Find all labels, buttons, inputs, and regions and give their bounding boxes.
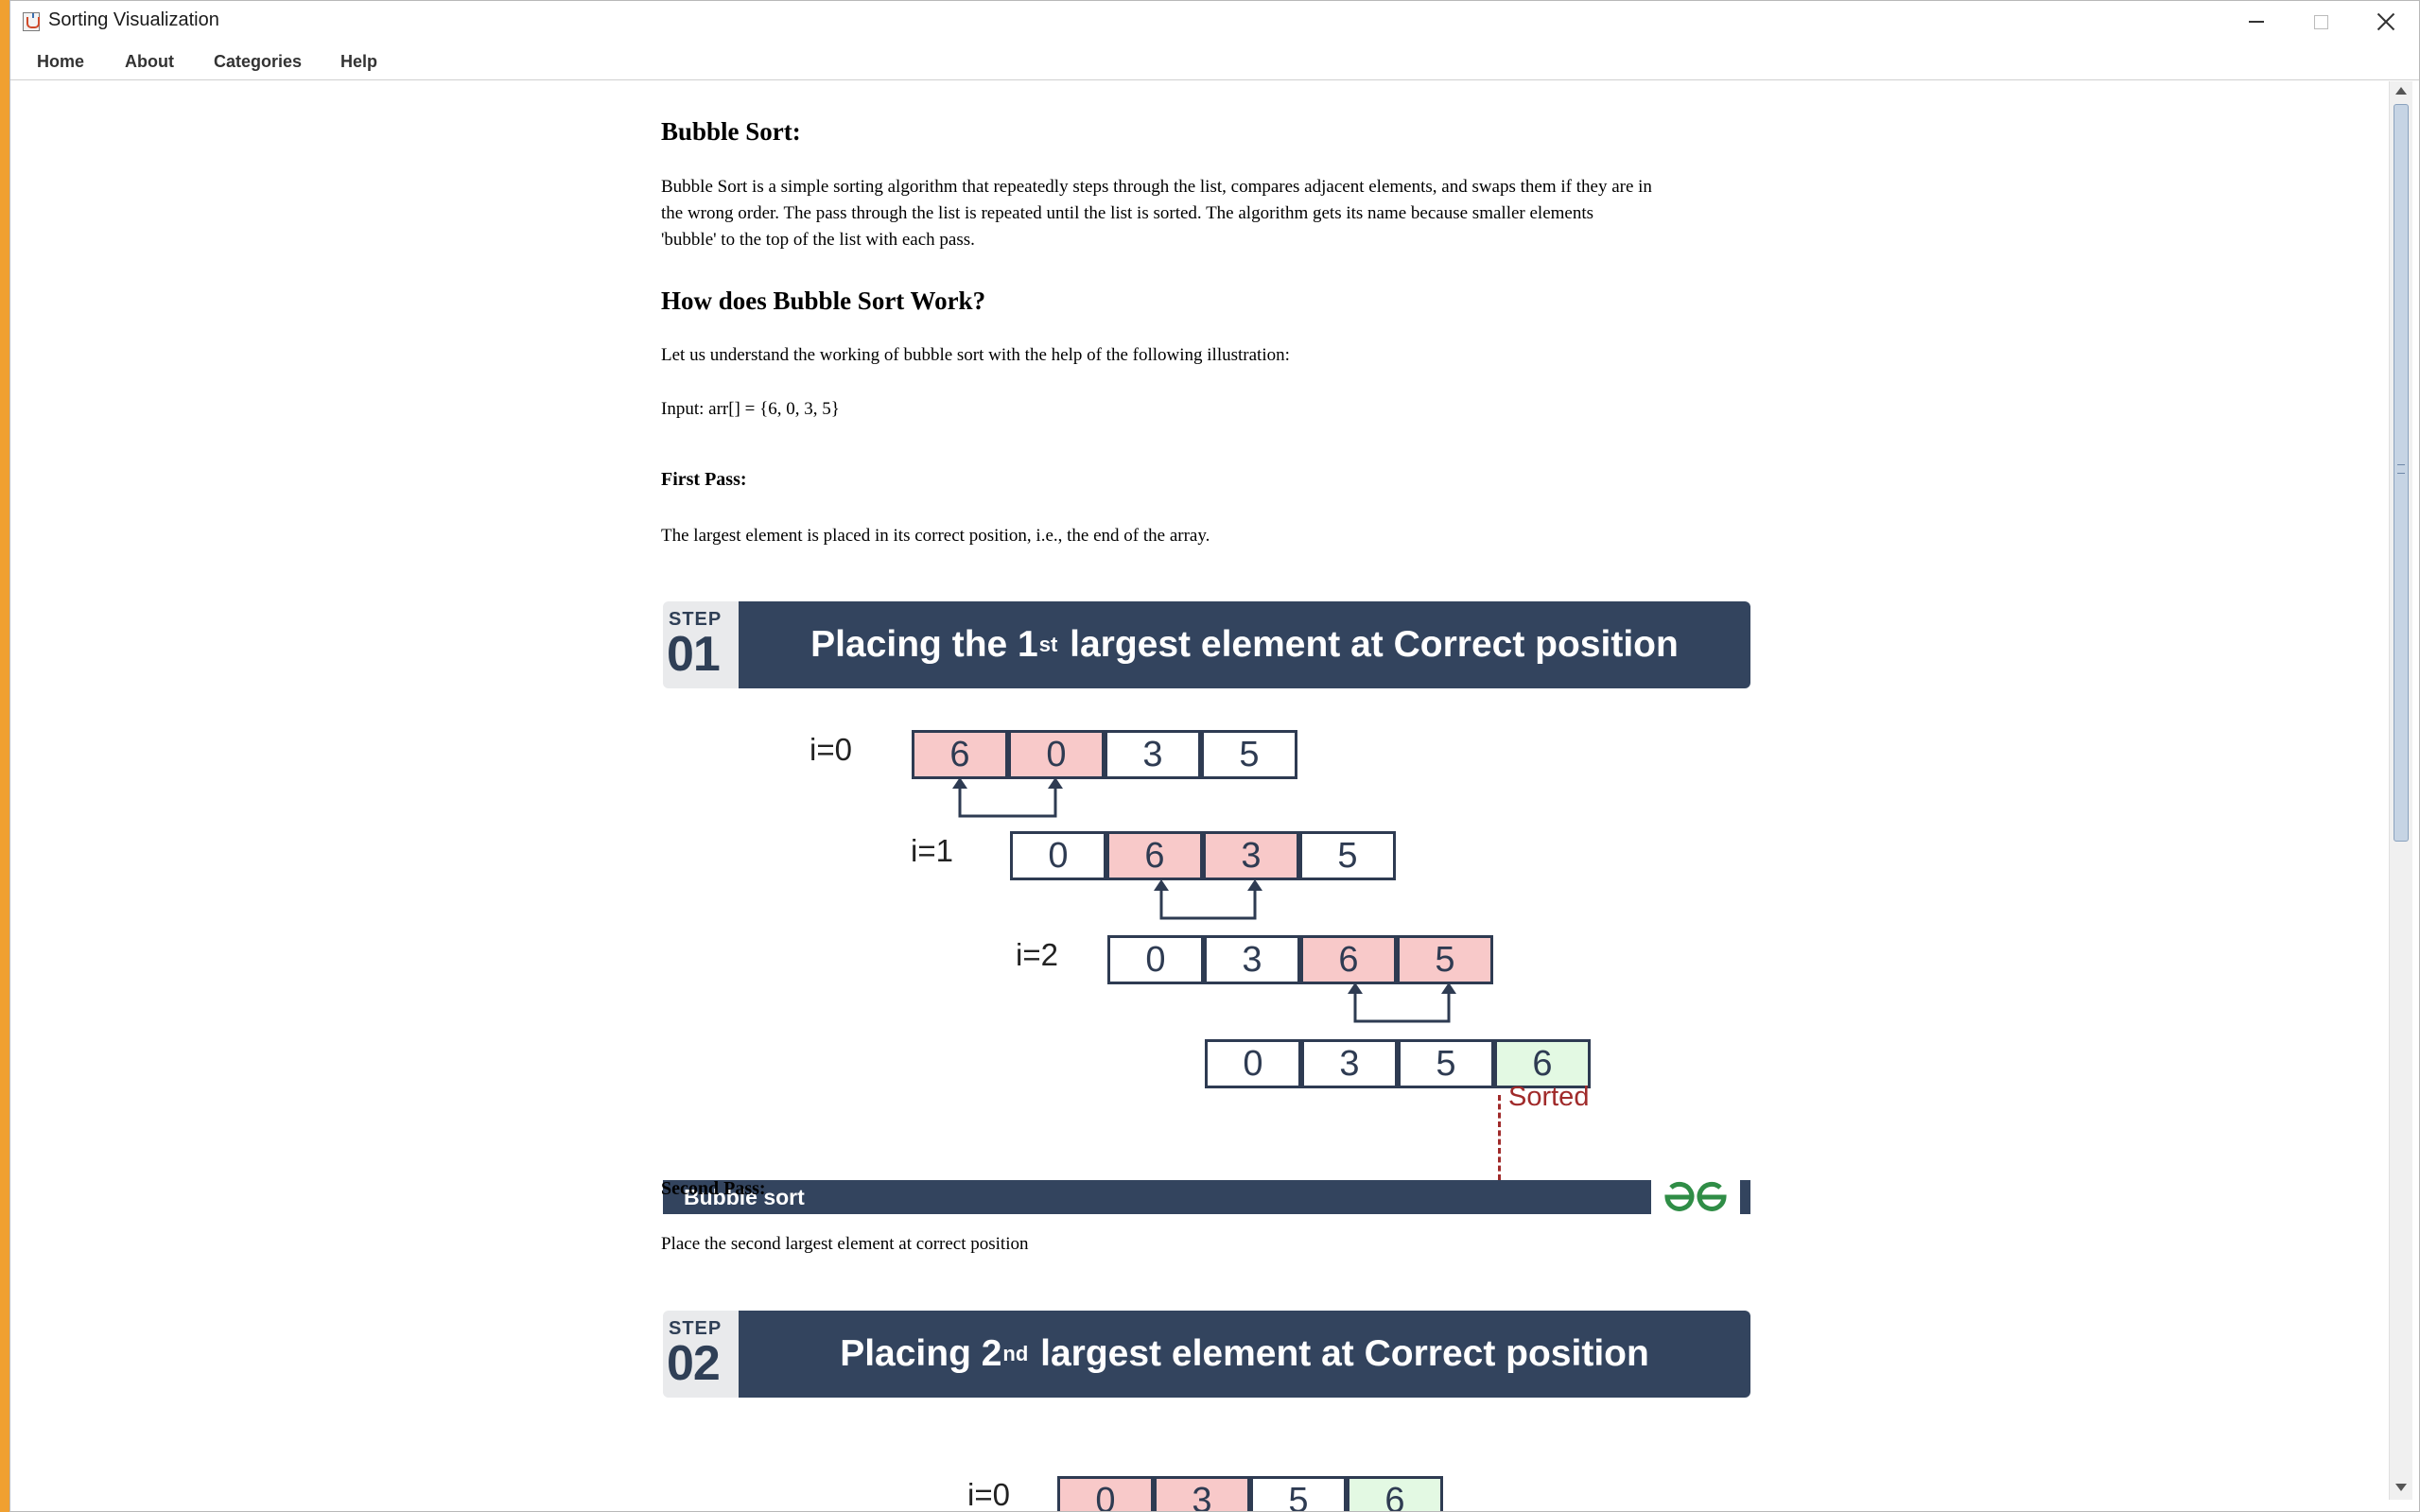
second-pass-heading: Second Pass: (661, 1178, 766, 1199)
maximize-button[interactable] (2289, 1, 2353, 43)
arrowhead (1441, 982, 1456, 994)
menu-categories[interactable]: Categories (210, 50, 305, 74)
scroll-thumb[interactable] (2394, 104, 2409, 842)
close-icon (2376, 12, 2395, 31)
step-number: 02 (667, 1336, 721, 1391)
gfg-logo-icon (1664, 1181, 1727, 1211)
close-button[interactable] (2354, 1, 2418, 43)
menu-bar: Home About Categories Help (10, 43, 2419, 80)
step-title-post: largest element at Correct position (1030, 1333, 1649, 1374)
maximize-icon (2313, 14, 2328, 29)
step-title-sup: nd (1002, 1342, 1029, 1365)
swap-arrow-i0 (958, 789, 1057, 818)
array-cell: 0 (1057, 1476, 1154, 1511)
sorted-label: Sorted (1508, 1082, 1590, 1112)
figure-footer: Bubble sort (663, 1180, 1651, 1214)
array-cell: 3 (1154, 1476, 1250, 1511)
sorted-divider (1498, 1095, 1501, 1180)
scroll-down-arrow-icon[interactable] (2395, 1484, 2407, 1491)
grip-icon (2397, 464, 2405, 474)
scroll-up-arrow-icon[interactable] (2395, 87, 2407, 95)
menu-help[interactable]: Help (337, 50, 381, 74)
row-label-i0: i=0 (967, 1477, 1010, 1512)
swap-arrow-i2 (1353, 994, 1451, 1023)
app-window: Sorting Visualization Home About Categor… (9, 0, 2420, 1512)
array-cell-sorted: 6 (1347, 1476, 1443, 1511)
second-pass-text: Place the second largest element at corr… (661, 1234, 1029, 1254)
swap-arrow-i1 (1159, 891, 1257, 920)
menu-about[interactable]: About (121, 50, 178, 74)
step-title-pre: Placing 2 (840, 1333, 1002, 1374)
minimize-icon (2249, 21, 2264, 23)
vertical-scrollbar[interactable] (2389, 81, 2412, 1500)
step-02-banner: STEP 02 Placing 2nd largest element at C… (663, 1311, 1750, 1398)
menu-home[interactable]: Home (33, 50, 88, 74)
article-content[interactable]: Bubble Sort: Bubble Sort is a simple sor… (10, 81, 2389, 1512)
arrowhead (1247, 879, 1262, 891)
arrowhead (1048, 777, 1063, 789)
minimize-button[interactable] (2224, 1, 2289, 43)
window-title: Sorting Visualization (48, 9, 219, 30)
step-badge: STEP 02 (663, 1311, 739, 1398)
step-title: Placing 2nd largest element at Correct p… (739, 1311, 1750, 1398)
swap-arrows (952, 777, 1456, 1023)
arrowhead (1154, 879, 1169, 891)
arrowhead (1348, 982, 1363, 994)
figure-footer-edge (1740, 1180, 1750, 1214)
array-cell: 5 (1250, 1476, 1347, 1511)
arrowhead (952, 777, 967, 789)
title-bar[interactable]: Sorting Visualization (10, 1, 2419, 43)
java-app-icon (23, 12, 40, 31)
